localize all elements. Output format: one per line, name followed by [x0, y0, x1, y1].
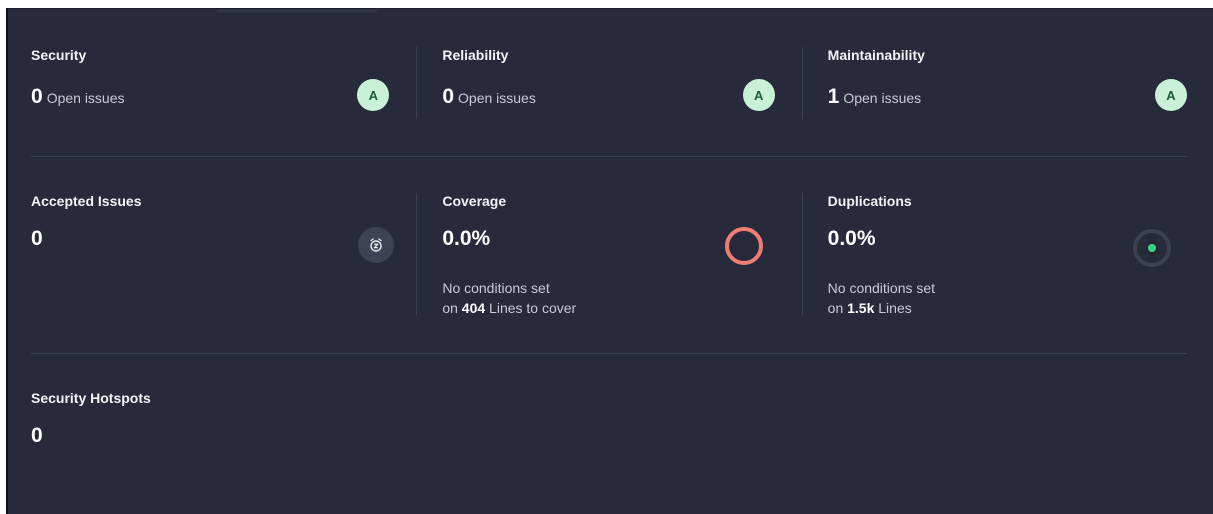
- maintainability-open-issues-label: Open issues: [843, 90, 922, 106]
- coverage-conditions-text: No conditions set: [442, 280, 550, 296]
- snooze-clock-icon: [358, 227, 395, 263]
- security-card[interactable]: Security 0 Open issues A: [31, 47, 416, 119]
- duplications-lines-text: on 1.5k Lines: [828, 298, 912, 318]
- tab-indicator: [217, 9, 377, 12]
- security-grade-badge[interactable]: A: [357, 79, 390, 111]
- duplications-lines-suffix: Lines: [878, 300, 912, 316]
- empty-cell: [416, 390, 801, 460]
- maintainability-title: Maintainability: [827, 47, 925, 63]
- reliability-title: Reliability: [442, 47, 509, 63]
- coverage-value-line[interactable]: 0.0%: [442, 227, 490, 251]
- coverage-lines-text: on 404 Lines to cover: [442, 298, 576, 318]
- security-value-line[interactable]: 0 Open issues: [31, 85, 125, 109]
- security-hotspots-count[interactable]: 0: [31, 424, 43, 448]
- reliability-value-line[interactable]: 0 Open issues: [442, 85, 536, 109]
- empty-cell: [802, 390, 1187, 460]
- duplications-value-line[interactable]: 0.0%: [828, 227, 876, 251]
- maintainability-grade-badge[interactable]: A: [1154, 79, 1187, 111]
- coverage-ring-icon: [724, 227, 763, 265]
- reliability-open-issues-label: Open issues: [458, 90, 536, 106]
- security-title: Security: [31, 47, 87, 63]
- reliability-card[interactable]: Reliability 0 Open issues A: [416, 47, 801, 119]
- security-open-issues-count[interactable]: 0: [31, 85, 43, 109]
- accepted-issues-title: Accepted Issues: [31, 193, 142, 209]
- accepted-issues-value-line[interactable]: 0: [31, 227, 43, 251]
- coverage-percent[interactable]: 0.0%: [442, 227, 490, 251]
- issues-row: Security 0 Open issues A Reliability 0 O…: [31, 47, 1187, 119]
- duplications-title: Duplications: [827, 193, 912, 209]
- security-hotspots-value-line[interactable]: 0: [31, 424, 43, 448]
- coverage-lines-prefix: on: [442, 300, 458, 316]
- maintainability-open-issues-count[interactable]: 1: [828, 85, 840, 109]
- duplications-ring-icon: [1132, 229, 1171, 267]
- reliability-grade-badge[interactable]: A: [742, 79, 775, 111]
- duplications-percent[interactable]: 0.0%: [828, 227, 876, 251]
- coverage-card[interactable]: Coverage 0.0% No conditions set on 404 L…: [416, 193, 801, 318]
- maintainability-value-line[interactable]: 1 Open issues: [828, 85, 922, 109]
- duplications-lines-prefix: on: [827, 300, 844, 316]
- duplications-dot-icon: [1147, 244, 1156, 252]
- accepted-issues-card[interactable]: Accepted Issues 0: [31, 193, 416, 315]
- reliability-open-issues-count[interactable]: 0: [442, 85, 454, 109]
- security-open-issues-label: Open issues: [46, 90, 125, 106]
- row-divider: [31, 353, 1187, 354]
- coverage-title: Coverage: [442, 193, 507, 209]
- coverage-lines-count[interactable]: 404: [462, 300, 485, 316]
- metrics-row: Accepted Issues 0 Coverage 0.0% No condi…: [31, 193, 1187, 318]
- security-hotspots-title: Security Hotspots: [31, 390, 151, 406]
- accepted-issues-count[interactable]: 0: [31, 227, 43, 251]
- duplications-conditions-text: No conditions set: [827, 280, 936, 296]
- row-divider: [31, 156, 1187, 157]
- duplications-card[interactable]: Duplications 0.0% No conditions set on 1…: [801, 193, 1187, 318]
- coverage-lines-suffix: Lines to cover: [489, 300, 577, 316]
- maintainability-card[interactable]: Maintainability 1 Open issues A: [801, 47, 1187, 119]
- hotspots-row: Security Hotspots 0: [31, 390, 1187, 460]
- duplications-lines-count[interactable]: 1.5k: [847, 300, 874, 316]
- security-hotspots-card[interactable]: Security Hotspots 0: [31, 390, 416, 460]
